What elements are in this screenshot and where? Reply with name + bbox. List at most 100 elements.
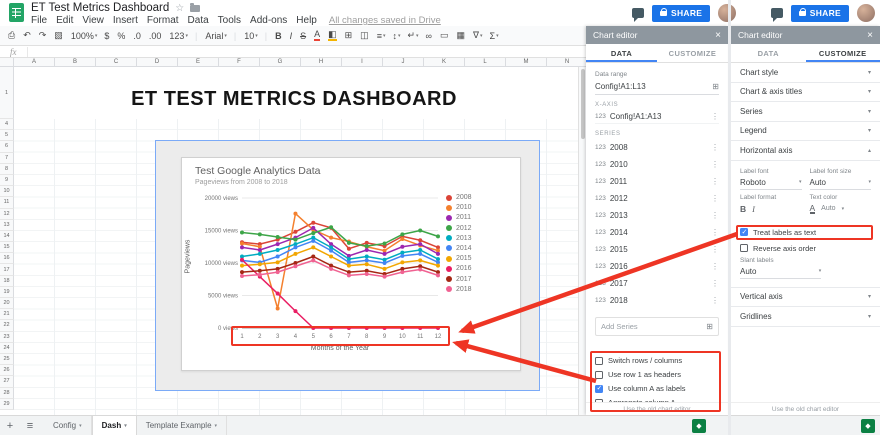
row-header[interactable]: 25 <box>0 354 14 365</box>
row-header[interactable]: 24 <box>0 343 14 354</box>
format-currency-button[interactable]: $ <box>104 31 110 41</box>
paint-format-button[interactable]: ▧ <box>54 30 64 41</box>
row-header[interactable]: 9 <box>0 175 14 186</box>
option-row[interactable]: Use row 1 as headers <box>595 370 719 379</box>
column-header[interactable]: F <box>219 58 260 67</box>
series-row[interactable]: 123 2010 ⋮ <box>595 156 719 173</box>
row-header[interactable]: 27 <box>0 376 14 387</box>
menu-help[interactable]: Help <box>296 15 317 26</box>
insert-chart-button[interactable]: ▦ <box>456 30 466 41</box>
select-range-icon[interactable]: ⊞ <box>706 322 713 331</box>
decrease-decimals-button[interactable]: .0 <box>133 31 142 41</box>
column-header[interactable]: N <box>547 58 586 67</box>
row-header[interactable]: 11 <box>0 197 14 208</box>
column-header[interactable]: J <box>383 58 424 67</box>
checkbox[interactable] <box>740 244 748 252</box>
menu-edit[interactable]: Edit <box>56 15 73 26</box>
section-series[interactable]: Series ▾ <box>731 102 880 122</box>
checkbox[interactable] <box>595 385 603 393</box>
series-row[interactable]: 123 2014 ⋮ <box>595 224 719 241</box>
increase-decimals-button[interactable]: .00 <box>149 31 163 41</box>
wrap-text-button[interactable]: ↵ ▾ <box>407 30 418 41</box>
italic-button[interactable]: I <box>752 204 755 214</box>
kebab-menu-icon[interactable]: ⋮ <box>711 279 719 288</box>
section-chart-style[interactable]: Chart style ▾ <box>731 63 880 83</box>
explore-button[interactable]: ◆ <box>692 419 706 433</box>
font-family-select[interactable]: Arial ▾ <box>205 31 227 41</box>
share-button[interactable]: SHARE <box>791 5 849 22</box>
slant-labels-select[interactable]: Auto ▾ <box>740 265 821 279</box>
comments-icon[interactable] <box>771 8 783 18</box>
series-row[interactable]: 123 2018 ⋮ <box>595 292 719 309</box>
print-button[interactable]: ⎙ <box>8 30 16 41</box>
more-formats-button[interactable]: 123 ▾ <box>169 31 188 41</box>
data-range-input[interactable]: Config!A1:L13 ⊞ <box>595 80 719 95</box>
kebab-menu-icon[interactable]: ⋮ <box>711 228 719 237</box>
user-avatar[interactable] <box>857 4 875 22</box>
kebab-menu-icon[interactable]: ⋮ <box>711 194 719 203</box>
row-header[interactable]: 21 <box>0 309 14 320</box>
series-row[interactable]: 123 2008 ⋮ <box>595 139 719 156</box>
row-header[interactable]: 8 <box>0 164 14 175</box>
close-icon[interactable]: × <box>867 30 873 41</box>
bold-button[interactable]: B <box>740 204 746 214</box>
column-header[interactable]: E <box>178 58 219 67</box>
add-series-input[interactable]: Add Series ⊞ <box>595 317 719 336</box>
insert-comment-button[interactable]: ▭ <box>440 30 450 41</box>
sheets-logo-icon[interactable] <box>9 3 24 22</box>
row-header[interactable]: 22 <box>0 320 14 331</box>
row-header[interactable]: 4 <box>0 119 14 130</box>
row-header[interactable]: 12 <box>0 209 14 220</box>
kebab-menu-icon[interactable]: ⋮ <box>711 160 719 169</box>
kebab-menu-icon[interactable]: ⋮ <box>711 211 719 220</box>
menu-tools[interactable]: Tools <box>218 15 241 26</box>
menu-view[interactable]: View <box>82 15 104 26</box>
sheet-tab-template-example[interactable]: Template Example ▾ <box>137 416 227 435</box>
sheet-tab-dash[interactable]: Dash ▾ <box>92 416 137 435</box>
bold-button[interactable]: B <box>275 31 283 41</box>
label-font-select[interactable]: Roboto ▾ <box>740 176 802 190</box>
series-row[interactable]: 123 2013 ⋮ <box>595 207 719 224</box>
column-header[interactable]: A <box>14 58 55 67</box>
tab-data[interactable]: DATA <box>586 44 657 62</box>
row-header[interactable]: 18 <box>0 276 14 287</box>
sheet-tab-config[interactable]: Config ▾ <box>44 416 92 435</box>
select-range-icon[interactable]: ⊞ <box>712 82 719 91</box>
column-header[interactable]: M <box>506 58 547 67</box>
checkbox[interactable] <box>595 357 603 365</box>
row-header[interactable]: 6 <box>0 141 14 152</box>
row-header[interactable]: 23 <box>0 332 14 343</box>
row-header[interactable]: 7 <box>0 153 14 164</box>
vertical-scrollbar[interactable] <box>578 67 586 415</box>
tab-data[interactable]: DATA <box>731 44 806 62</box>
kebab-menu-icon[interactable]: ⋮ <box>711 245 719 254</box>
kebab-menu-icon[interactable]: ⋮ <box>711 177 719 186</box>
menu-file[interactable]: File <box>31 15 47 26</box>
column-header[interactable]: I <box>342 58 383 67</box>
column-header[interactable]: K <box>424 58 465 67</box>
sheet-heading-cell[interactable]: ET TEST METRICS DASHBOARD <box>14 88 574 111</box>
kebab-menu-icon[interactable]: ⋮ <box>711 296 719 305</box>
row-header[interactable]: 26 <box>0 365 14 376</box>
section-chart-axis-titles[interactable]: Chart & axis titles ▾ <box>731 83 880 103</box>
merge-cells-button[interactable]: ◫ <box>360 30 370 41</box>
column-header[interactable]: D <box>137 58 178 67</box>
select-all-corner[interactable] <box>0 58 14 67</box>
formula-bar[interactable]: fx <box>0 46 586 58</box>
treat-labels-row[interactable]: Treat labels as text <box>740 228 871 237</box>
menu-insert[interactable]: Insert <box>113 15 138 26</box>
column-header[interactable]: G <box>260 58 301 67</box>
section-vertical-axis[interactable]: Vertical axis ▾ <box>731 288 880 308</box>
move-to-folder-icon[interactable] <box>190 5 200 12</box>
row-header[interactable]: 10 <box>0 186 14 197</box>
fill-color-button[interactable]: ◧ <box>328 30 338 41</box>
zoom-select[interactable]: 100% ▾ <box>71 31 98 41</box>
share-button[interactable]: SHARE <box>652 5 710 22</box>
row-header[interactable]: 15 <box>0 242 14 253</box>
filter-button[interactable]: ∇ ▾ <box>473 30 483 41</box>
section-gridlines[interactable]: Gridlines ▾ <box>731 307 880 327</box>
row-header[interactable]: 13 <box>0 220 14 231</box>
checkbox[interactable] <box>595 371 603 379</box>
tab-customize[interactable]: CUSTOMIZE <box>806 44 880 62</box>
all-sheets-button[interactable]: ≡ <box>20 420 40 432</box>
